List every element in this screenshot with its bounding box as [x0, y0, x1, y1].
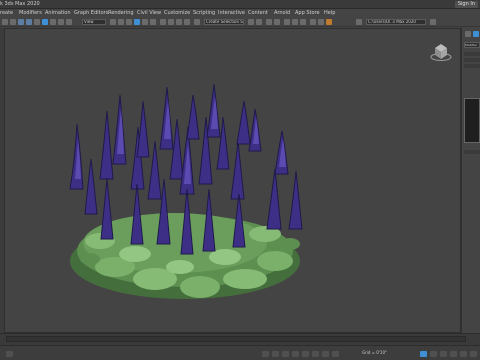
rotate-icon[interactable]	[142, 19, 148, 25]
select-by-name-icon[interactable]	[50, 19, 56, 25]
percent-snap-icon[interactable]	[176, 19, 182, 25]
material-editor-icon[interactable]	[300, 19, 306, 25]
menu-arnold[interactable]: Arnold	[274, 9, 290, 17]
status-bar: Grid = 0'10"	[0, 345, 480, 360]
undo-icon[interactable]	[2, 19, 8, 25]
menu-graph-editors[interactable]: Graph Editors	[74, 9, 108, 17]
create-tab-icon[interactable]	[465, 31, 471, 37]
plant-model-render	[69, 44, 452, 299]
workspace-path-dropdown[interactable]: C:\Users\Ol..s Max 2020	[366, 19, 426, 25]
move-icon[interactable]	[134, 19, 140, 25]
orbit-icon[interactable]	[460, 351, 467, 357]
unlink-icon[interactable]	[26, 19, 32, 25]
menu-interactive[interactable]: Interactive	[218, 9, 245, 17]
y-coordinate-field[interactable]	[302, 351, 309, 357]
menu-rendering[interactable]: Rendering	[108, 9, 134, 17]
pivot-center-icon[interactable]	[110, 19, 116, 25]
bind-space-warp-icon[interactable]	[34, 19, 40, 25]
rect-selection-icon[interactable]	[58, 19, 64, 25]
x-coordinate-field[interactable]	[292, 351, 299, 357]
schematic-view-icon[interactable]	[292, 19, 298, 25]
grid-size-readout: Grid = 0'10"	[362, 350, 387, 355]
zoom-extents-icon[interactable]	[450, 351, 457, 357]
maxscript-listener-icon[interactable]	[6, 351, 13, 357]
select-manipulate-icon[interactable]	[118, 19, 124, 25]
menu-content[interactable]: Content	[248, 9, 268, 17]
time-tag-icon[interactable]	[332, 351, 339, 357]
time-slider[interactable]	[0, 333, 480, 345]
menu-bar: reate Modifiers Animation Graph Editors …	[0, 9, 480, 17]
play-animation-icon[interactable]	[440, 351, 447, 357]
z-coordinate-field[interactable]	[312, 351, 319, 357]
named-selection-set-dropdown[interactable]: Create Selection Se	[204, 19, 244, 25]
menu-modifiers[interactable]: Modifiers	[19, 9, 42, 17]
menu-app-store[interactable]: App Store	[295, 9, 320, 17]
menu-help[interactable]: Help	[324, 9, 335, 17]
modifier-stack-list[interactable]	[464, 98, 480, 143]
select-object-icon[interactable]	[42, 19, 48, 25]
snaps-toggle-icon[interactable]	[160, 19, 166, 25]
angle-snap-icon[interactable]	[168, 19, 174, 25]
maximize-viewport-icon[interactable]	[470, 351, 477, 357]
modifier-stack-row[interactable]	[464, 52, 480, 56]
render-production-icon[interactable]	[326, 19, 332, 25]
menu-civil-view[interactable]: Civil View	[137, 9, 161, 17]
rendered-frame-window-icon[interactable]	[318, 19, 324, 25]
redo-icon[interactable]	[10, 19, 16, 25]
window-title: k 3ds Max 2020	[0, 1, 40, 7]
menu-scripting[interactable]: Scripting	[193, 9, 215, 17]
modifier-stack-row[interactable]	[464, 64, 480, 68]
menu-animation[interactable]: Animation	[45, 9, 71, 17]
timeline-track[interactable]	[6, 336, 466, 342]
menu-create[interactable]: reate	[0, 9, 13, 17]
command-panel: Modifier	[461, 28, 480, 333]
viewcube-icon[interactable]	[430, 44, 452, 61]
align-icon[interactable]	[256, 19, 262, 25]
workspace-settings-icon[interactable]	[430, 19, 436, 25]
select-link-icon[interactable]	[18, 19, 24, 25]
selection-lock-icon[interactable]	[272, 351, 279, 357]
sign-in-button[interactable]: Sign In	[454, 1, 478, 8]
modifier-list-dropdown[interactable]: Modifier	[464, 42, 480, 48]
spinner-snap-icon[interactable]	[184, 19, 190, 25]
auto-key-button[interactable]	[420, 351, 427, 357]
workspace-icon[interactable]	[356, 19, 362, 25]
mirror-icon[interactable]	[248, 19, 254, 25]
pin-stack-row[interactable]	[464, 150, 480, 154]
main-toolbar: View Create Selection Se C:\Users\Ol..s …	[0, 17, 480, 27]
scale-icon[interactable]	[150, 19, 156, 25]
reference-coordinate-dropdown[interactable]: View	[82, 19, 106, 25]
curve-editor-icon[interactable]	[284, 19, 290, 25]
title-bar: k 3ds Max 2020 Sign In	[0, 0, 480, 9]
modifier-stack-row[interactable]	[464, 58, 480, 62]
absolute-mode-icon[interactable]	[282, 351, 289, 357]
adaptive-degradation-icon[interactable]	[322, 351, 329, 357]
render-setup-icon[interactable]	[310, 19, 316, 25]
isolate-selection-icon[interactable]	[262, 351, 269, 357]
layer-explorer-icon[interactable]	[274, 19, 280, 25]
modify-tab-icon[interactable]	[473, 31, 479, 37]
scene-explorer-icon[interactable]	[266, 19, 272, 25]
window-crossing-icon[interactable]	[66, 19, 72, 25]
menu-customize[interactable]: Customize	[164, 9, 190, 17]
viewport-perspective[interactable]	[4, 28, 461, 333]
keyboard-shortcut-icon[interactable]	[126, 19, 132, 25]
set-key-button[interactable]	[430, 351, 437, 357]
edit-named-selection-icon[interactable]	[194, 19, 200, 25]
